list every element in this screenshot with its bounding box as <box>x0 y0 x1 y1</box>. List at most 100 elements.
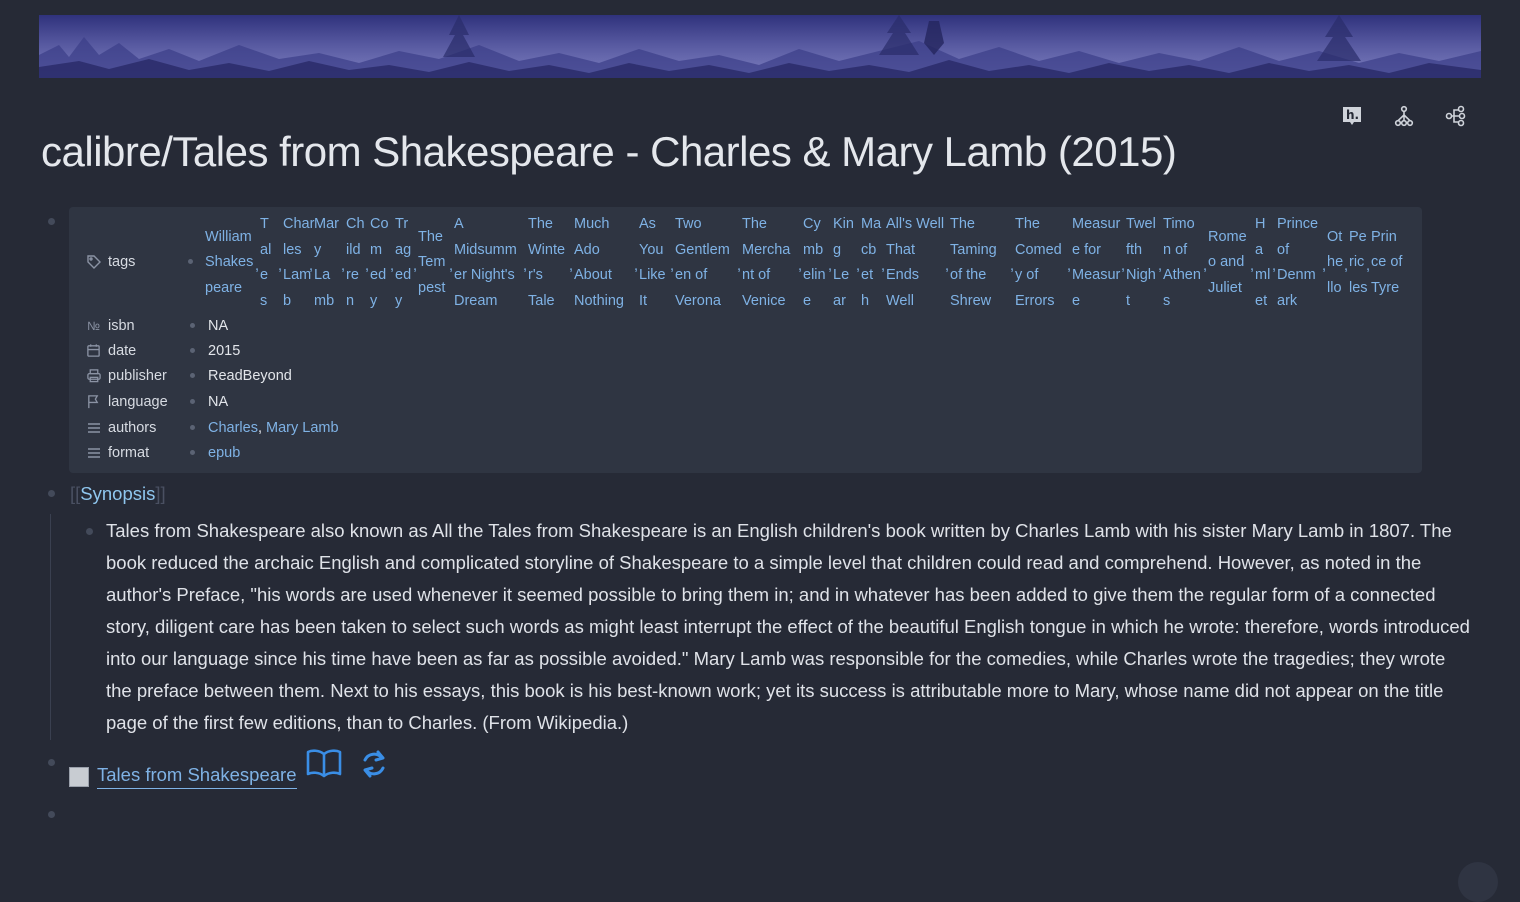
property-name: date <box>108 342 137 359</box>
tag-separator: , <box>1010 258 1015 274</box>
page-toolbar: h. <box>1338 104 1470 128</box>
tag-link[interactable]: William Shakes peare <box>205 213 253 313</box>
tag-link[interactable]: Rome o and Juliet <box>1208 213 1247 313</box>
tags-list: William Shakes peare, Tal e s, Char les Lam b, Mar… <box>205 213 1420 313</box>
tag-link[interactable]: Timo n of Athen s <box>1163 213 1201 313</box>
property-name: authors <box>108 419 157 436</box>
property-row-authors: authors Charles, Mary Lamb <box>85 419 339 436</box>
tag-link[interactable]: A Midsumm er Night's Dream <box>454 213 517 313</box>
block-bullet[interactable] <box>48 218 55 225</box>
tag-link[interactable]: Two Gentlem en of Verona <box>675 213 730 313</box>
synopsis-text: Tales from Shakespeare also known as All… <box>106 520 1470 733</box>
tag-separator: , <box>1322 258 1327 274</box>
property-value: NA <box>208 317 229 334</box>
block-bullet[interactable] <box>48 759 55 766</box>
flag-icon <box>85 393 102 410</box>
property-bullet <box>190 348 195 353</box>
tag-link[interactable]: Prince of Denm ark <box>1277 213 1318 313</box>
tag-separator: , <box>390 258 395 274</box>
block-bullet[interactable] <box>48 490 55 497</box>
tag-link[interactable]: The Winte r's Tale <box>528 213 565 313</box>
property-value: 2015 <box>208 342 241 359</box>
tag-separator: , <box>856 258 861 274</box>
page-title: calibre/Tales from Shakespeare - Charles… <box>41 128 1177 175</box>
tag-separator: , <box>634 258 639 274</box>
property-bullet <box>190 399 195 404</box>
format-link[interactable]: epub <box>208 445 240 461</box>
list-icon <box>85 419 102 436</box>
tag-link[interactable]: Ma cb et h <box>861 213 881 313</box>
tag-link[interactable]: The Comed y of Errors <box>1015 213 1062 313</box>
property-row-publisher: publisher ReadBeyond <box>85 367 292 384</box>
list-icon <box>85 444 102 461</box>
tag-separator: , <box>1203 258 1208 274</box>
author-link[interactable]: Mary Lamb <box>266 420 339 436</box>
open-book-icon[interactable] <box>306 748 342 785</box>
tag-separator: , <box>569 258 574 274</box>
tag-link[interactable]: Measur e for Measur e <box>1072 213 1120 313</box>
tag-link[interactable]: Ch ild re n <box>346 213 365 313</box>
property-bullet <box>190 323 195 328</box>
tag-link[interactable]: As You Like It <box>639 213 666 313</box>
tag-icon <box>85 253 102 270</box>
synopsis-heading[interactable]: [[Synopsis]] <box>70 483 166 505</box>
svg-text:h.: h. <box>1346 108 1359 122</box>
tag-link[interactable]: The Taming of the Shrew <box>950 213 997 313</box>
property-value-authors: Charles, Mary Lamb <box>208 419 339 436</box>
tag-separator: , <box>309 258 314 274</box>
share-tree-icon[interactable] <box>1442 104 1470 128</box>
property-row-format: format epub <box>85 444 240 461</box>
property-row-isbn: № isbn NA <box>85 317 228 334</box>
hypothesis-icon[interactable]: h. <box>1338 104 1366 128</box>
tag-link[interactable]: The Mercha nt of Venice <box>742 213 790 313</box>
tag-link[interactable]: Tr ag ed y <box>395 213 411 313</box>
tag-separator: , <box>1272 258 1277 274</box>
refresh-icon[interactable] <box>360 748 388 785</box>
property-name: language <box>108 393 168 410</box>
property-name: publisher <box>108 367 167 384</box>
graph-icon[interactable] <box>1390 104 1418 128</box>
property-bullet <box>188 259 193 264</box>
tag-link[interactable]: Twel fth Nigh t <box>1126 213 1156 313</box>
tag-separator: , <box>278 258 283 274</box>
calendar-icon <box>85 342 102 359</box>
corner-widget[interactable] <box>1458 862 1498 902</box>
tag-link[interactable]: All's Well That Ends Well <box>886 213 944 313</box>
tag-separator: , <box>1158 258 1163 274</box>
block-bullet[interactable] <box>86 528 93 535</box>
property-bullet <box>190 450 195 455</box>
number-icon: № <box>87 318 100 333</box>
block-guide-line <box>50 514 51 740</box>
tag-separator: , <box>255 258 260 274</box>
tag-link[interactable]: Kin g Le ar <box>833 213 854 313</box>
tag-separator: , <box>1121 258 1126 274</box>
property-name: tags <box>108 253 136 270</box>
book-link[interactable]: Tales from Shakespeare <box>69 764 297 789</box>
tag-link[interactable]: Much Ado About Nothing <box>574 213 624 313</box>
property-bullet <box>190 425 195 430</box>
tag-separator: , <box>798 258 803 274</box>
property-row-language: language NA <box>85 393 228 410</box>
tag-separator: , <box>1250 258 1255 274</box>
book-thumbnail-icon <box>69 766 89 787</box>
tag-link[interactable]: Tal e s <box>260 213 271 313</box>
tag-link[interactable]: Cy mb elin e <box>803 213 826 313</box>
tag-link[interactable]: Co m ed y <box>370 213 389 313</box>
tag-link[interactable]: Prin ce of Tyre <box>1371 213 1402 313</box>
tag-link[interactable]: Ot he llo <box>1327 213 1343 313</box>
tag-separator: , <box>449 258 454 274</box>
property-name: isbn <box>108 317 135 334</box>
tag-link[interactable]: Mar y La mb <box>314 213 339 313</box>
printer-icon <box>85 367 102 384</box>
block-bullet[interactable] <box>48 811 55 818</box>
tag-link[interactable]: The Tem pest <box>418 213 445 313</box>
property-value: NA <box>208 393 229 410</box>
tag-link[interactable]: Ha ml et <box>1255 213 1270 313</box>
tag-separator: , <box>881 258 886 274</box>
tag-separator: , <box>670 258 675 274</box>
property-value: ReadBeyond <box>208 367 292 384</box>
property-row-date: date 2015 <box>85 342 240 359</box>
tag-separator: , <box>737 258 742 274</box>
author-link[interactable]: Charles <box>208 420 258 436</box>
tag-link[interactable]: Pe ric les <box>1349 213 1368 313</box>
